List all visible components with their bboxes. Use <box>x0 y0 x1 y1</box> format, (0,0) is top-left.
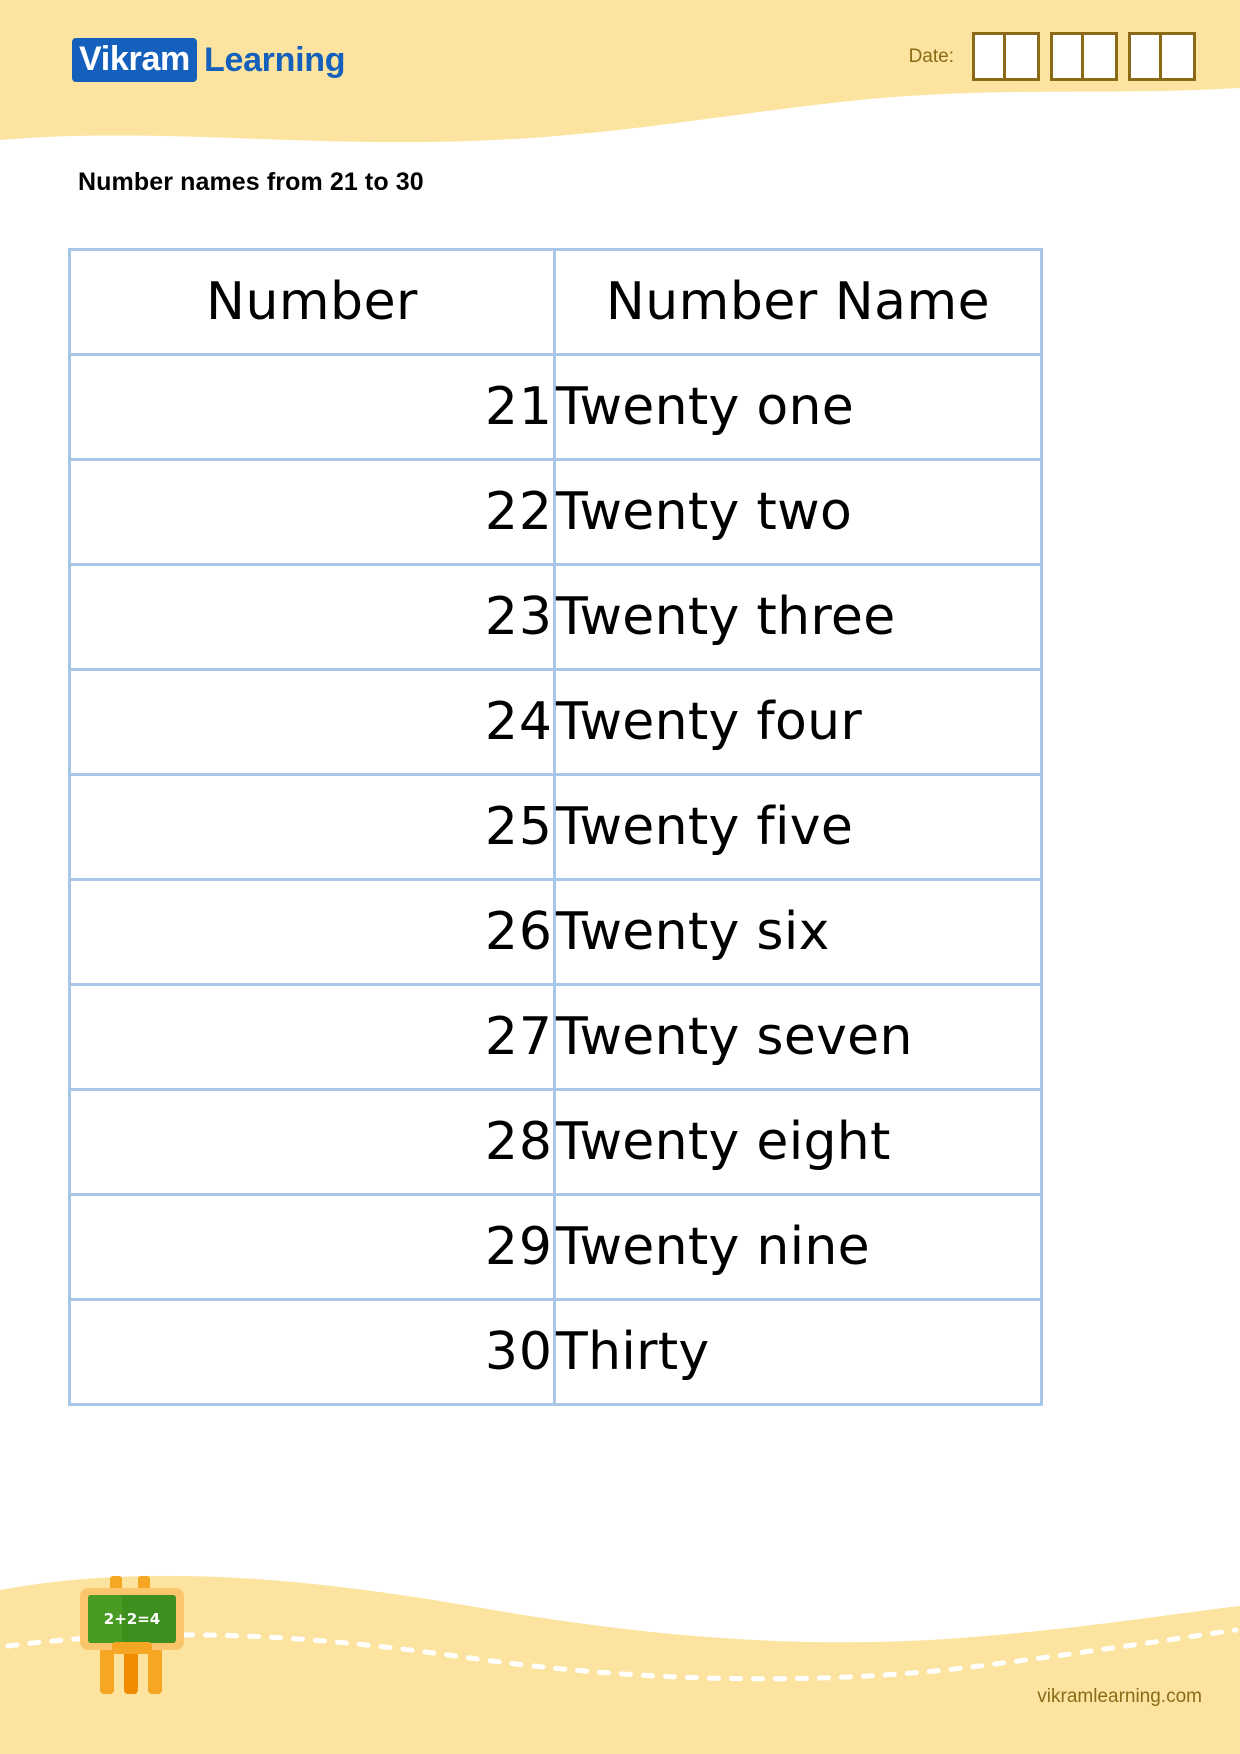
date-field: Date: <box>909 32 1196 81</box>
date-box[interactable] <box>1084 35 1115 78</box>
cell-number: 24 <box>68 668 556 776</box>
table-row: 26 Twenty six <box>68 878 1043 986</box>
cell-number-name: Thirty <box>553 1298 1043 1406</box>
cell-number: 26 <box>68 878 556 986</box>
table-header-row: Number Number Name <box>68 248 1043 356</box>
table-row: 27 Twenty seven <box>68 983 1043 1091</box>
table-row: 28 Twenty eight <box>68 1088 1043 1196</box>
cell-number-name: Twenty two <box>553 458 1043 566</box>
cell-number: 23 <box>68 563 556 671</box>
date-label: Date: <box>908 45 954 67</box>
cell-number-name: Twenty one <box>553 353 1043 461</box>
cell-number: 27 <box>68 983 556 1091</box>
page-title: Number names from 21 to 30 <box>78 168 424 196</box>
cell-number-name: Twenty five <box>553 773 1043 881</box>
date-box[interactable] <box>1131 35 1162 78</box>
table-body: 21 Twenty one 22 Twenty two 23 Twenty th… <box>68 353 1043 1406</box>
date-box[interactable] <box>975 35 1006 78</box>
logo-badge-vikram: Vikram <box>72 38 197 82</box>
table-row: 25 Twenty five <box>68 773 1043 881</box>
page-header: Vikram Learning Date: <box>0 0 1240 150</box>
table-row: 21 Twenty one <box>68 353 1043 461</box>
cell-number-name: Twenty eight <box>553 1088 1043 1196</box>
table-row: 30 Thirty <box>68 1298 1043 1406</box>
cell-number-name: Twenty six <box>553 878 1043 986</box>
cell-number: 22 <box>68 458 556 566</box>
footer-site-url: vikramlearning.com <box>1037 1686 1202 1707</box>
page-footer: 2+2=4 vikramlearning.com <box>0 1554 1240 1754</box>
cell-number: 21 <box>68 353 556 461</box>
cell-number-name: Twenty nine <box>553 1193 1043 1301</box>
table-row: 22 Twenty two <box>68 458 1043 566</box>
number-names-table-container: Number Number Name 21 Twenty one 22 Twen… <box>68 248 1043 1406</box>
date-group-year <box>1128 32 1196 81</box>
cell-number: 30 <box>68 1298 556 1406</box>
column-header-number: Number <box>68 248 556 356</box>
number-names-table: Number Number Name 21 Twenty one 22 Twen… <box>68 248 1043 1406</box>
cell-number: 25 <box>68 773 556 881</box>
table-row: 29 Twenty nine <box>68 1193 1043 1301</box>
logo-word-learning: Learning <box>204 41 346 79</box>
blackboard-easel-icon: 2+2=4 <box>80 1576 184 1694</box>
cell-number-name: Twenty four <box>553 668 1043 776</box>
cell-number-name: Twenty seven <box>553 983 1043 1091</box>
date-box[interactable] <box>1053 35 1084 78</box>
date-box[interactable] <box>1006 35 1037 78</box>
cell-number: 28 <box>68 1088 556 1196</box>
table-row: 24 Twenty four <box>68 668 1043 776</box>
brand-logo: Vikram Learning <box>72 38 345 82</box>
date-box[interactable] <box>1162 35 1193 78</box>
date-box-groups <box>972 32 1196 81</box>
date-group-month <box>1050 32 1118 81</box>
column-header-number-name: Number Name <box>553 248 1043 356</box>
cell-number-name: Twenty three <box>553 563 1043 671</box>
date-group-day <box>972 32 1040 81</box>
easel-board-text: 2+2=4 <box>104 1610 160 1628</box>
cell-number: 29 <box>68 1193 556 1301</box>
table-row: 23 Twenty three <box>68 563 1043 671</box>
